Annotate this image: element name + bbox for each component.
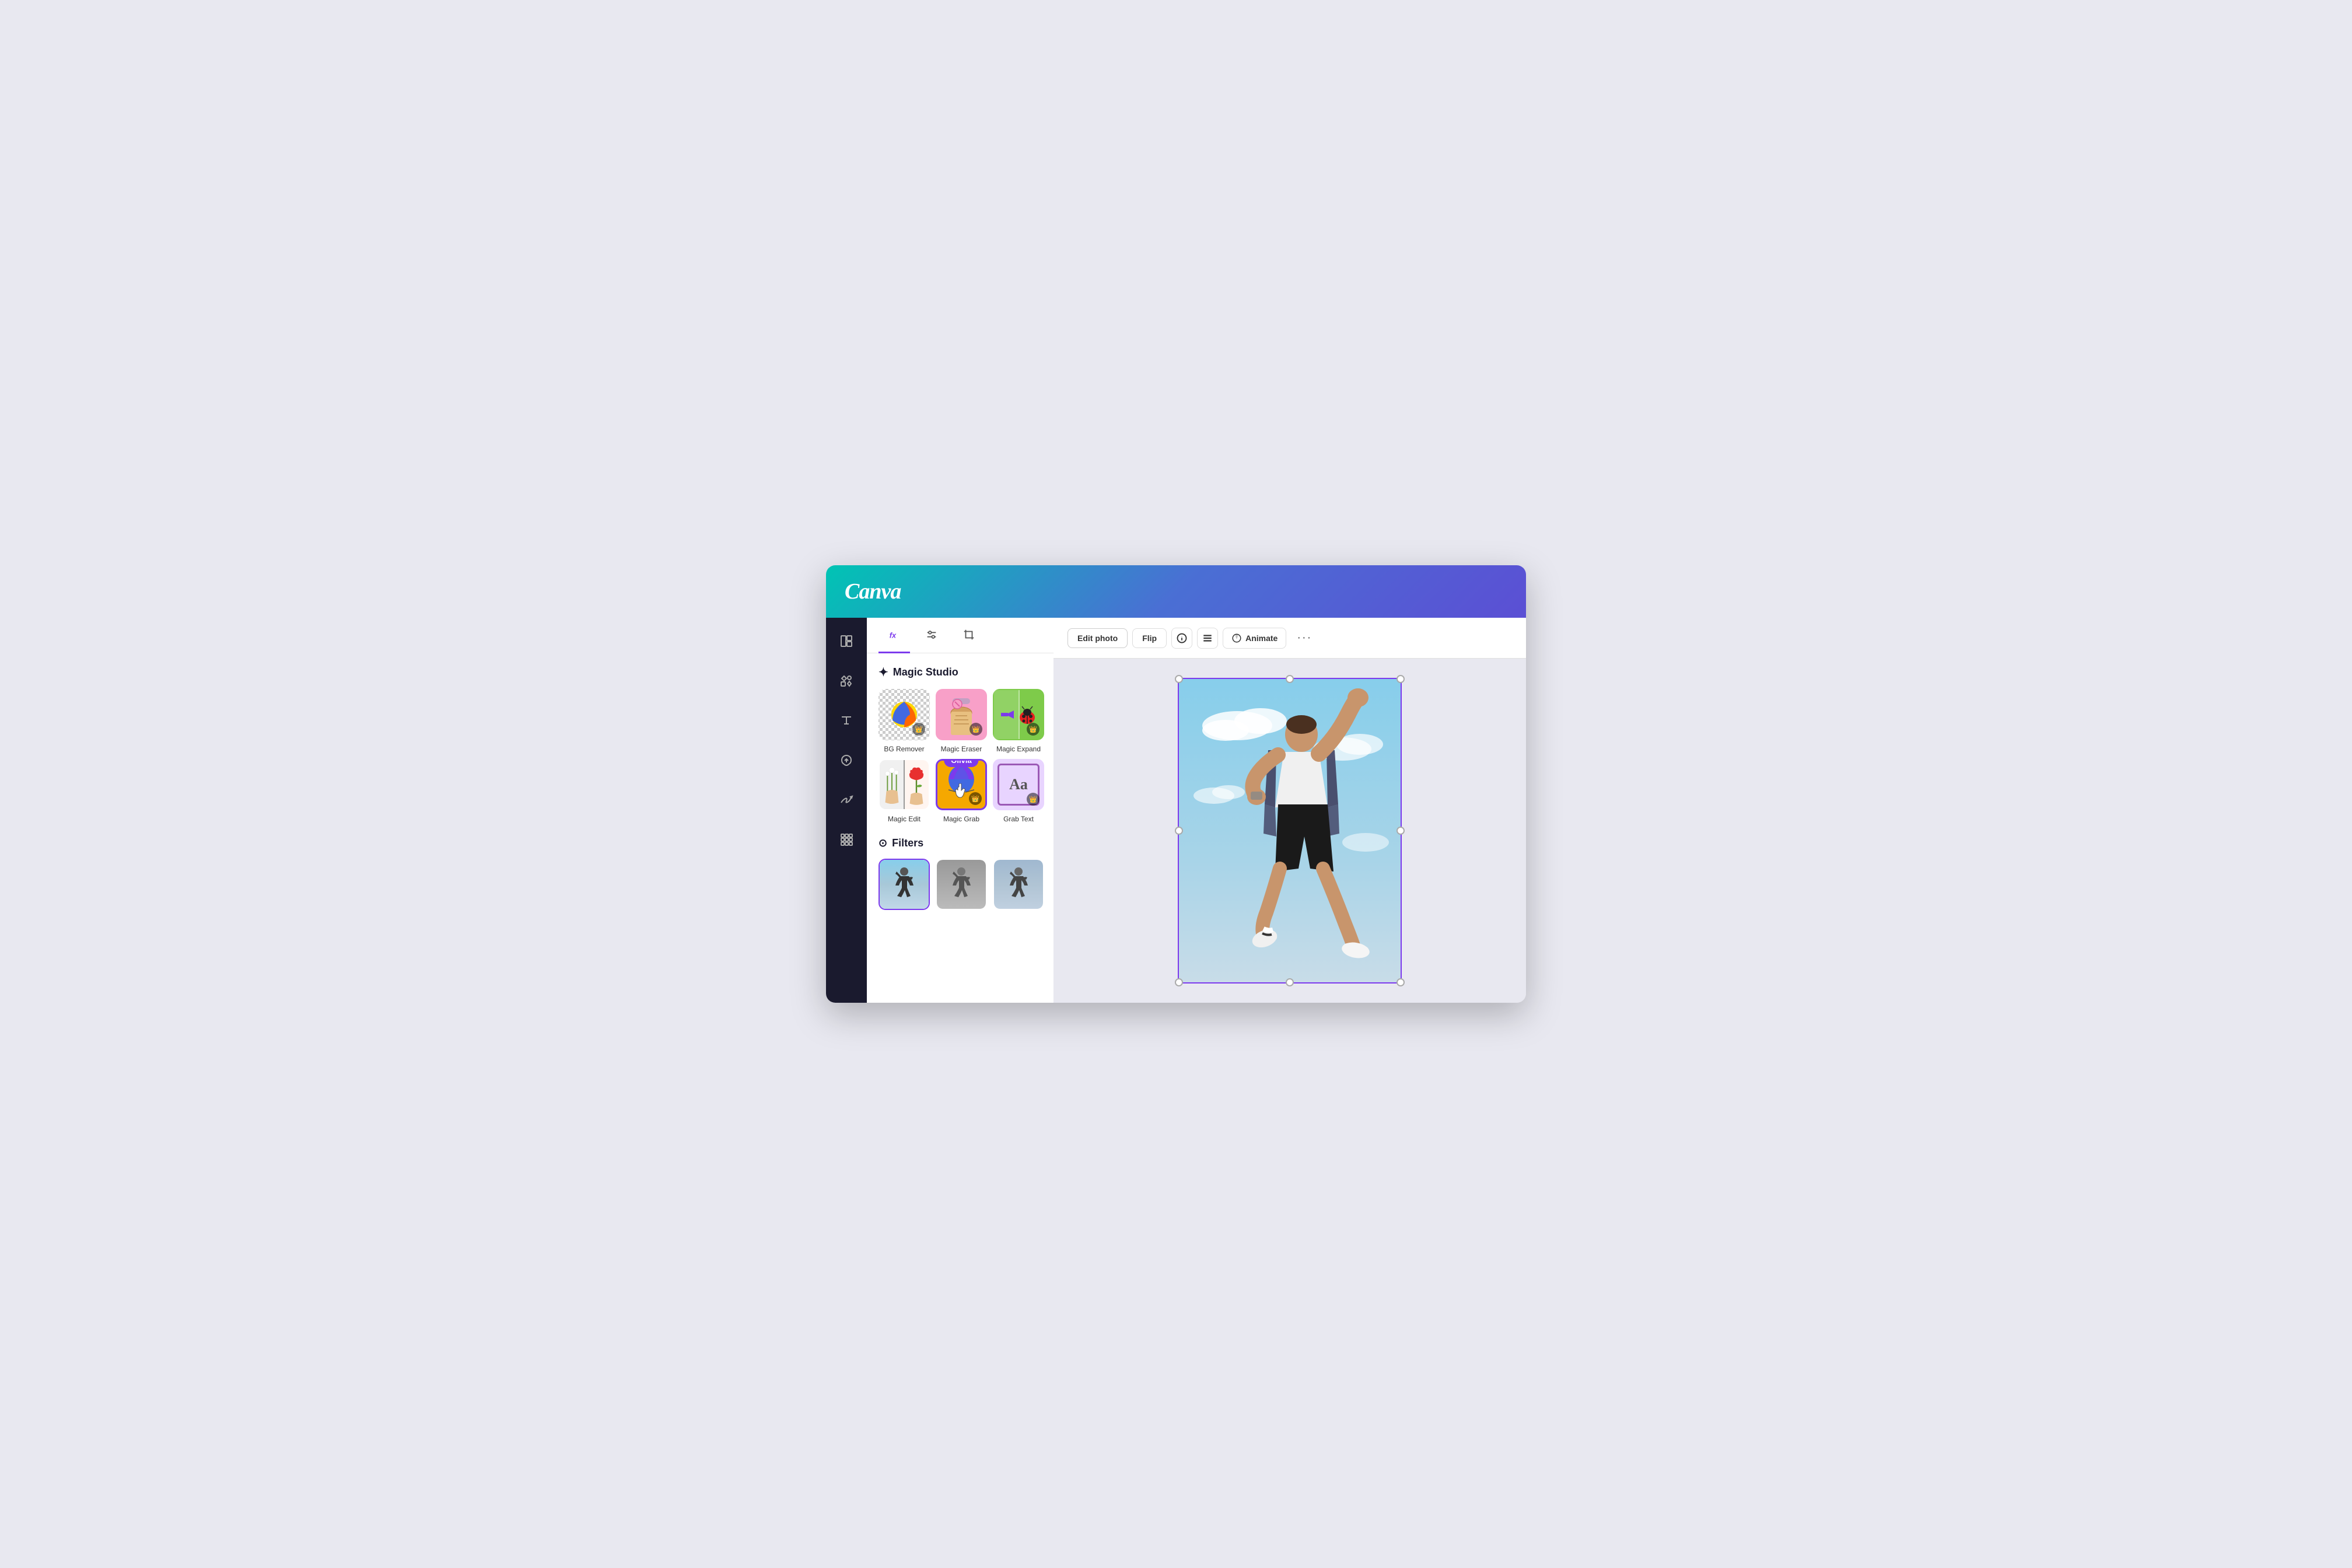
filter-original[interactable] bbox=[878, 859, 930, 910]
sidebar-item-templates[interactable] bbox=[835, 629, 858, 653]
canvas-area: Edit photo Flip bbox=[1054, 618, 1526, 1003]
filters-section-title: ⊙ Filters bbox=[878, 837, 1042, 849]
premium-badge-magic-grab: 👑 bbox=[969, 792, 982, 805]
filter-grid bbox=[878, 859, 1042, 910]
canvas-content bbox=[1054, 659, 1526, 1003]
filters-section: ⊙ Filters bbox=[878, 837, 1042, 910]
tool-magic-expand[interactable]: 👑 Magic Expand bbox=[993, 689, 1044, 753]
filter-original-thumb bbox=[878, 859, 930, 910]
tab-crop[interactable] bbox=[953, 618, 985, 653]
sidebar-item-draw[interactable] bbox=[835, 788, 858, 811]
premium-badge-magic-eraser: 👑 bbox=[970, 723, 982, 736]
sidebar bbox=[826, 618, 867, 1003]
tool-bg-remover[interactable]: 👑 BG Remover bbox=[878, 689, 930, 753]
menu-button[interactable] bbox=[1197, 628, 1218, 649]
tools-content: ✦ Magic Studio bbox=[867, 653, 1054, 1003]
tools-panel: fx bbox=[867, 618, 1054, 1003]
tool-magic-grab-label: Magic Grab bbox=[943, 815, 979, 823]
tool-magic-edit[interactable]: Magic Edit bbox=[878, 759, 930, 823]
sidebar-item-text[interactable] bbox=[835, 709, 858, 732]
tool-magic-edit-label: Magic Edit bbox=[888, 815, 921, 823]
tool-magic-eraser-label: Magic Eraser bbox=[941, 745, 982, 753]
filter-warm-thumb bbox=[993, 859, 1044, 910]
premium-badge-magic-expand: 👑 bbox=[1027, 723, 1040, 736]
svg-text:fx: fx bbox=[890, 631, 897, 640]
flip-button[interactable]: Flip bbox=[1132, 628, 1167, 648]
photo-frame[interactable] bbox=[1179, 679, 1401, 982]
tool-magic-eraser-thumb: 👑 bbox=[936, 689, 987, 740]
tools-tabs: fx bbox=[867, 618, 1054, 653]
tab-adjust[interactable] bbox=[916, 618, 947, 653]
filter-warm[interactable] bbox=[993, 859, 1044, 910]
app-window: Canva bbox=[826, 565, 1526, 1003]
photo-bg bbox=[1179, 679, 1401, 982]
tool-magic-edit-thumb bbox=[878, 759, 930, 810]
magic-studio-section-title: ✦ Magic Studio bbox=[878, 665, 1042, 680]
tool-magic-expand-label: Magic Expand bbox=[996, 745, 1041, 753]
filter-bw[interactable] bbox=[936, 859, 987, 910]
tab-fx[interactable]: fx bbox=[878, 618, 910, 653]
premium-badge-grab-text: 👑 bbox=[1027, 793, 1040, 806]
tool-grab-text-label: Grab Text bbox=[1003, 815, 1034, 823]
tool-bg-remover-label: BG Remover bbox=[884, 745, 924, 753]
tool-magic-grab[interactable]: Olivia bbox=[936, 759, 987, 823]
tool-magic-grab-thumb: Olivia bbox=[936, 759, 987, 810]
jumping-photo bbox=[1179, 679, 1401, 982]
animate-button[interactable]: Animate bbox=[1223, 628, 1286, 649]
sidebar-item-elements[interactable] bbox=[835, 669, 858, 692]
sidebar-item-apps[interactable] bbox=[835, 828, 858, 851]
tool-grab-text-thumb: Aa 👑 bbox=[993, 759, 1044, 810]
olivia-user-badge: Olivia bbox=[944, 759, 978, 767]
edit-photo-button[interactable]: Edit photo bbox=[1068, 628, 1128, 648]
tool-magic-eraser[interactable]: 👑 Magic Eraser bbox=[936, 689, 987, 753]
tool-magic-expand-thumb: 👑 bbox=[993, 689, 1044, 740]
canvas-toolbar: Edit photo Flip bbox=[1054, 618, 1526, 659]
tool-grab-text[interactable]: Aa 👑 Grab Text bbox=[993, 759, 1044, 823]
tool-bg-remover-thumb: 👑 bbox=[878, 689, 930, 740]
more-options-button[interactable]: ··· bbox=[1291, 628, 1318, 648]
filters-icon: ⊙ bbox=[878, 837, 887, 849]
canva-logo: Canva bbox=[845, 579, 901, 604]
sidebar-item-upload[interactable] bbox=[835, 748, 858, 772]
magic-studio-grid: 👑 BG Remover bbox=[878, 689, 1042, 823]
filter-bw-thumb bbox=[936, 859, 987, 910]
magic-sparkle-icon: ✦ bbox=[878, 665, 888, 680]
info-button[interactable] bbox=[1171, 628, 1192, 649]
premium-badge-bg-remover: 👑 bbox=[912, 723, 925, 736]
main-layout: fx bbox=[826, 618, 1526, 1003]
title-bar: Canva bbox=[826, 565, 1526, 618]
